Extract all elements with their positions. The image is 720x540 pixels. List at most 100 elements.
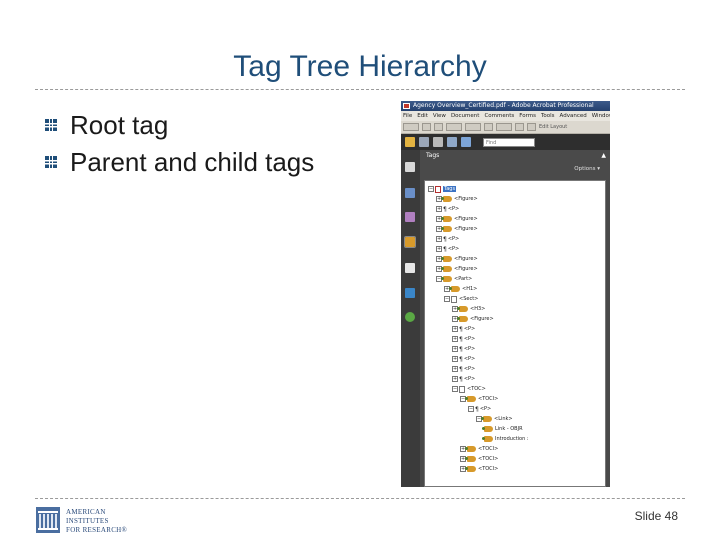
tag-icon xyxy=(482,436,493,442)
tree-node: + <H1> xyxy=(444,284,477,294)
tree-node-label: <H3> xyxy=(470,306,486,312)
tag-icon xyxy=(465,456,476,462)
tree-node: + <Figure> xyxy=(436,224,478,234)
menu-item: Tools xyxy=(540,113,555,119)
options-label: Options xyxy=(574,166,596,172)
order-icon xyxy=(405,288,415,298)
logo-line: AMERICAN xyxy=(66,508,106,516)
logo-icon xyxy=(36,507,60,533)
tree-node-label: <Figure> xyxy=(454,266,478,272)
folder-icon xyxy=(405,137,415,147)
panel-collapse-icon: ▲ xyxy=(601,152,606,159)
bullet-list: Root tag Parent and child tags xyxy=(44,108,364,182)
tags-panel-header: Tags ▲ xyxy=(420,150,610,162)
acrobat-icon xyxy=(403,103,410,109)
select-icon xyxy=(461,137,471,147)
tree-node-label: <Link> xyxy=(494,416,513,422)
tag-icon xyxy=(457,306,468,312)
expand-icon: + xyxy=(452,366,458,372)
slide-title: Tag Tree Hierarchy xyxy=(233,50,487,83)
menu-item: Edit xyxy=(417,113,428,119)
tree-node: + ¶ <P> xyxy=(436,234,459,244)
tree-node-label: <P> xyxy=(447,246,460,252)
tree-node-label: <H1> xyxy=(462,286,478,292)
tag-tree: − Tags + <Figure> + ¶ <P> + <Figure> + <Figure> + ¶ <… xyxy=(424,180,606,487)
bullet-icon xyxy=(44,119,58,131)
para-icon: ¶ xyxy=(459,375,463,383)
edit-layout-button: Edit Layout xyxy=(539,124,568,130)
acrobat-screenshot: Agency Overview_Certified.pdf - Adobe Ac… xyxy=(401,101,610,487)
expand-icon: + xyxy=(452,346,458,352)
tree-node-label: <Figure> xyxy=(454,216,478,222)
tree-node-label: <TOCI> xyxy=(478,396,499,402)
menu-item: File xyxy=(403,113,413,119)
tree-node: − <TOC> xyxy=(452,384,486,394)
options-menu: Options ▾ xyxy=(574,166,600,172)
tags-panel: Tags ▲ Options ▾ − Tags + <Figure> + ¶ <P> + <Fi… xyxy=(420,150,610,487)
tag-icon xyxy=(441,266,452,272)
tree-node: + <TOCI> xyxy=(460,454,498,464)
doc-icon xyxy=(435,185,441,193)
tree-node-label: <P> xyxy=(463,346,476,352)
logo-text: AMERICAN INSTITUTES FOR RESEARCH® xyxy=(66,508,127,535)
toolbar-secondary: Find xyxy=(401,134,610,150)
bullet-text: Parent and child tags xyxy=(70,147,315,177)
check-icon xyxy=(422,123,431,131)
tree-node-label: <Figure> xyxy=(454,196,478,202)
help-icon xyxy=(405,312,415,322)
tree-node-label: <P> xyxy=(463,366,476,372)
tree-node: + <TOCI> xyxy=(460,444,498,454)
expand-icon: + xyxy=(436,246,442,252)
tree-node: + ¶ <P> xyxy=(452,324,475,334)
tree-node-label: <TOCI> xyxy=(478,446,499,452)
content-icon xyxy=(405,263,415,273)
tag-icon xyxy=(465,466,476,472)
tree-node-label: <Sect> xyxy=(459,296,479,302)
window-title: Agency Overview_Certified.pdf - Adobe Ac… xyxy=(413,102,594,109)
tag-icon xyxy=(441,256,452,262)
para-icon: ¶ xyxy=(443,235,447,243)
menu-item: View xyxy=(432,113,446,119)
tree-node-label: <P> xyxy=(463,356,476,362)
tag-icon xyxy=(441,196,452,202)
para-icon: ¶ xyxy=(459,355,463,363)
tree-node-label: <TOCI> xyxy=(478,466,499,472)
form-icon xyxy=(527,123,536,131)
logo-line: FOR RESEARCH® xyxy=(66,526,128,534)
tree-node-label: <TOC> xyxy=(467,386,486,392)
attachments-icon xyxy=(405,212,415,222)
save-icon xyxy=(419,137,429,147)
tree-node: + ¶ <P> xyxy=(452,344,475,354)
tree-node: + <Figure> xyxy=(452,314,494,324)
expand-icon: + xyxy=(452,356,458,362)
menu-item: Forms xyxy=(519,113,536,119)
para-icon: ¶ xyxy=(459,345,463,353)
tag-icon xyxy=(481,416,492,422)
tree-node-label: Introduction : xyxy=(495,436,529,442)
bullet-icon xyxy=(44,156,58,168)
toolbar: Edit Layout xyxy=(401,121,610,134)
tree-node: + ¶ <P> xyxy=(452,364,475,374)
tag-icon xyxy=(449,286,460,292)
tags-panel-title: Tags xyxy=(426,152,440,159)
tree-node: − <Part> xyxy=(436,274,472,284)
email-icon xyxy=(447,137,457,147)
tag-icon xyxy=(465,446,476,452)
collapse-icon: − xyxy=(444,296,450,302)
tag-icon xyxy=(441,226,452,232)
combo-icon xyxy=(496,123,512,131)
para-icon: ¶ xyxy=(475,405,479,413)
para-icon: ¶ xyxy=(459,325,463,333)
collapse-icon: − xyxy=(428,186,434,192)
menu-bar: File Edit View Document Comments Forms Tools Ad… xyxy=(401,111,610,121)
tree-node: + <TOCI> xyxy=(460,464,498,474)
tree-node-label: <TOCI> xyxy=(478,456,499,462)
tree-node-label: Tags xyxy=(443,186,457,192)
slide-number: Slide 48 xyxy=(634,509,678,523)
logo-line: INSTITUTES xyxy=(66,517,109,525)
tag-icon xyxy=(441,216,452,222)
tree-node-label: <Figure> xyxy=(470,316,494,322)
bullet-text: Root tag xyxy=(70,110,169,140)
expand-icon: + xyxy=(436,236,442,242)
barcode-icon xyxy=(515,123,524,131)
